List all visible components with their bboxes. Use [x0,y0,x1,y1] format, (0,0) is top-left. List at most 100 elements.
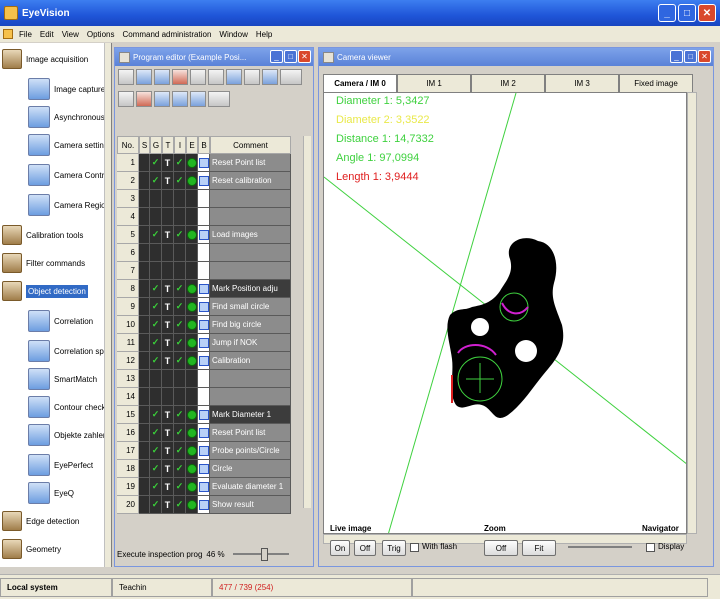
row-comment[interactable] [210,190,291,208]
program-row[interactable]: 16 ✓ T ✓ Reset Point list [117,424,303,442]
sidebar-item-calibration-tools[interactable]: Calibration tools [2,223,111,247]
program-row[interactable]: 3 [117,190,303,208]
sidebar-item-eyeperfect[interactable]: EyePerfect [28,453,111,477]
status-dot-icon[interactable] [186,154,198,172]
program-row[interactable]: 5 ✓ T ✓ Load images [117,226,303,244]
program-row[interactable]: 1 ✓ T ✓ Reset Point list [117,154,303,172]
t-icon[interactable]: T [162,316,174,334]
menu-edit[interactable]: Edit [36,30,58,39]
col-header-t[interactable]: T [162,136,174,154]
options-dropdown-icon[interactable] [208,91,230,107]
cut-icon[interactable] [208,69,224,85]
cell-s[interactable] [139,316,150,334]
cell-i[interactable] [174,190,186,208]
check-icon[interactable]: ✓ [150,424,162,442]
status-dot-icon[interactable] [186,352,198,370]
cell-b[interactable] [198,190,210,208]
row-number[interactable]: 4 [117,208,139,226]
cell-g[interactable] [150,370,162,388]
menu-file[interactable]: File [15,30,36,39]
check-icon[interactable]: ✓ [174,496,186,514]
viewer-maximize-button[interactable]: □ [684,50,697,63]
minimize-button[interactable]: _ [658,4,676,22]
check-icon[interactable]: ✓ [150,280,162,298]
program-row[interactable]: 18 ✓ T ✓ Circle [117,460,303,478]
row-number[interactable]: 1 [117,154,139,172]
program-row[interactable]: 12 ✓ T ✓ Calibration [117,352,303,370]
program-row[interactable]: 20 ✓ T ✓ Show result [117,496,303,514]
cell-s[interactable] [139,424,150,442]
t-icon[interactable]: T [162,442,174,460]
menu-help[interactable]: Help [252,30,276,39]
menu-command-administration[interactable]: Command administration [118,30,215,39]
t-icon[interactable]: T [162,298,174,316]
check-icon[interactable]: ✓ [174,460,186,478]
program-row[interactable]: 11 ✓ T ✓ Jump if NOK [117,334,303,352]
status-dot-icon[interactable] [186,496,198,514]
cell-s[interactable] [139,280,150,298]
t-icon[interactable]: T [162,226,174,244]
row-comment[interactable]: Load images [210,226,291,244]
command-icon[interactable] [198,280,210,298]
col-header-b[interactable]: B [198,136,210,154]
t-icon[interactable]: T [162,154,174,172]
row-number[interactable]: 20 [117,496,139,514]
col-header-s[interactable]: S [139,136,150,154]
viewer-close-button[interactable]: ✕ [698,50,711,63]
row-number[interactable]: 17 [117,442,139,460]
sidebar-item-filter-commands[interactable]: Filter commands [2,251,111,275]
check-icon[interactable]: ✓ [174,154,186,172]
t-icon[interactable]: T [162,172,174,190]
check-icon[interactable]: ✓ [174,280,186,298]
sidebar-item-correlation-spo[interactable]: Correlation spo [28,339,111,363]
command-icon[interactable] [198,154,210,172]
row-comment[interactable]: Reset Point list [210,154,291,172]
row-comment[interactable] [210,208,291,226]
cell-s[interactable] [139,496,150,514]
program-row[interactable]: 17 ✓ T ✓ Probe points/Circle [117,442,303,460]
row-number[interactable]: 7 [117,262,139,280]
cell-g[interactable] [150,190,162,208]
row-comment[interactable] [210,388,291,406]
cell-t[interactable] [162,262,174,280]
command-icon[interactable] [198,298,210,316]
check-icon[interactable]: ✓ [150,226,162,244]
row-number[interactable]: 8 [117,280,139,298]
tab-im1[interactable]: IM 1 [397,74,471,92]
copy-icon[interactable] [190,69,206,85]
col-header-g[interactable]: G [150,136,162,154]
status-dot-icon[interactable] [186,334,198,352]
program-row[interactable]: 10 ✓ T ✓ Find big circle [117,316,303,334]
cell-s[interactable] [139,190,150,208]
status-dot-icon[interactable] [186,442,198,460]
move-up-icon[interactable] [154,91,170,107]
cell-s[interactable] [139,370,150,388]
cell-i[interactable] [174,244,186,262]
tab-fixed-image[interactable]: Fixed image [619,74,693,92]
cell-s[interactable] [139,172,150,190]
check-icon[interactable]: ✓ [174,442,186,460]
print-icon[interactable] [262,69,278,85]
cell-t[interactable] [162,190,174,208]
check-icon[interactable]: ✓ [150,478,162,496]
check-icon[interactable]: ✓ [150,496,162,514]
cell-s[interactable] [139,406,150,424]
sidebar-item-contour-check[interactable]: Contour check [28,395,111,419]
program-row[interactable]: 19 ✓ T ✓ Evaluate diameter 1 [117,478,303,496]
row-number[interactable]: 14 [117,388,139,406]
cell-b[interactable] [198,370,210,388]
cell-t[interactable] [162,208,174,226]
cell-b[interactable] [198,388,210,406]
command-icon[interactable] [198,442,210,460]
cell-b[interactable] [198,262,210,280]
command-icon[interactable] [198,226,210,244]
status-dot-icon[interactable] [186,424,198,442]
command-icon[interactable] [198,424,210,442]
menu-options[interactable]: Options [83,30,119,39]
t-icon[interactable]: T [162,406,174,424]
open-icon[interactable] [136,69,152,85]
menu-view[interactable]: View [58,30,83,39]
viewer-vertical-scrollbar[interactable] [687,92,697,534]
status-dot-icon[interactable] [186,298,198,316]
row-number[interactable]: 2 [117,172,139,190]
